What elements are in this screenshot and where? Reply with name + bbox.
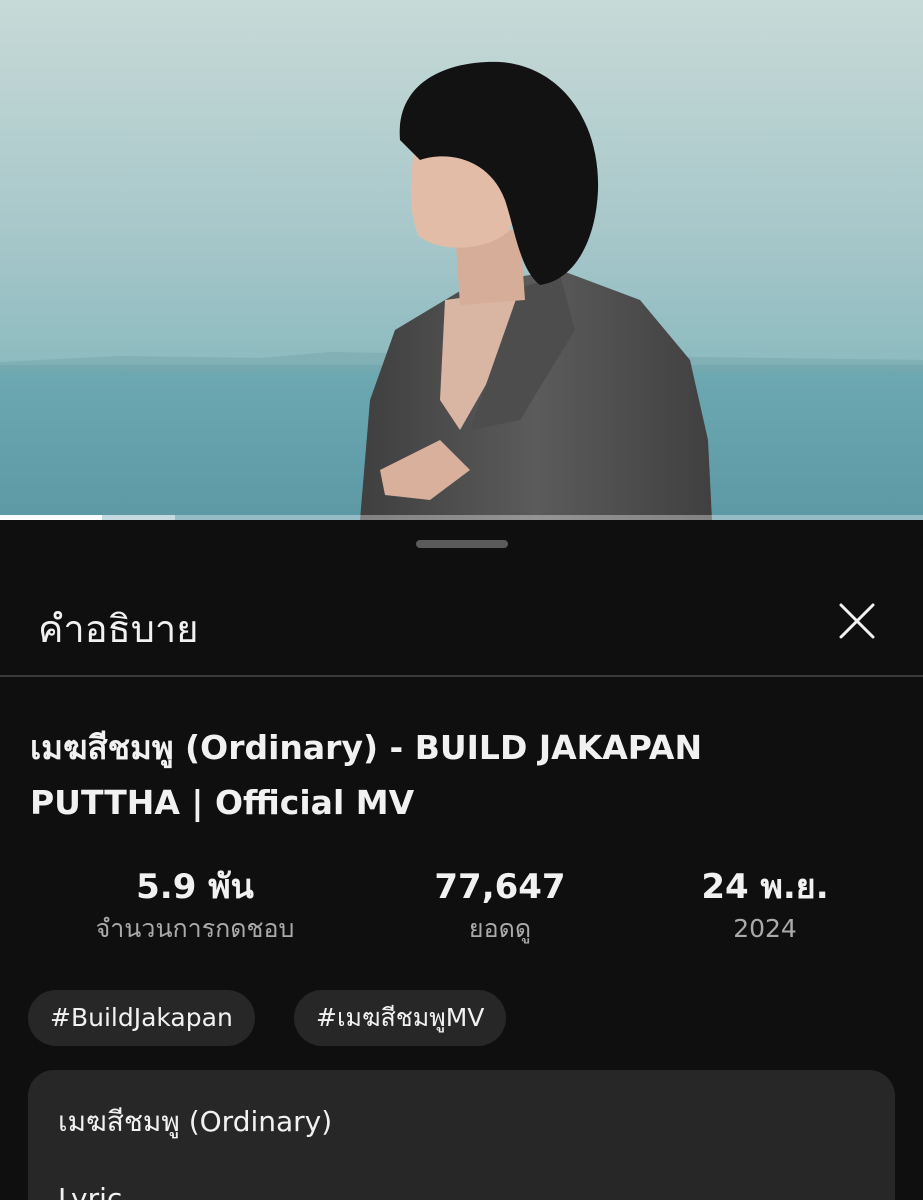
description-text: Lyric <box>58 1182 123 1200</box>
video-frame <box>0 0 923 520</box>
views-label: ยอดดู <box>468 914 532 943</box>
description-card[interactable]: เมฆสีชมพู (Ordinary) Lyric <box>28 1070 895 1200</box>
date-year: 2024 <box>733 914 797 943</box>
views-value: 77,647 <box>434 867 566 907</box>
hashtag-chip[interactable]: #BuildJakapan <box>28 990 255 1046</box>
close-icon <box>839 603 875 639</box>
hashtag-chip[interactable]: #เมฆสีชมพูMV <box>294 990 507 1046</box>
likes-stat: 5.9 พัน จำนวนการกดชอบ <box>80 865 310 949</box>
sheet-title: คำอธิบาย <box>38 607 199 651</box>
views-stat: 77,647 ยอดดู <box>390 865 610 949</box>
close-button[interactable] <box>832 596 882 646</box>
video-player[interactable] <box>0 0 923 520</box>
likes-label: จำนวนการกดชอบ <box>95 914 295 943</box>
divider <box>0 675 923 677</box>
likes-value: 5.9 พัน <box>136 867 254 907</box>
description-sheet: คำอธิบาย เมฆสีชมพู (Ordinary) - BUILD JA… <box>0 520 923 1200</box>
date-value: 24 พ.ย. <box>701 867 829 907</box>
drag-handle[interactable] <box>416 540 508 548</box>
date-stat: 24 พ.ย. 2024 <box>660 865 870 949</box>
description-text: เมฆสีชมพู (Ordinary) <box>58 1105 333 1138</box>
video-title: เมฆสีชมพู (Ordinary) - BUILD JAKAPAN PUT… <box>30 728 703 822</box>
